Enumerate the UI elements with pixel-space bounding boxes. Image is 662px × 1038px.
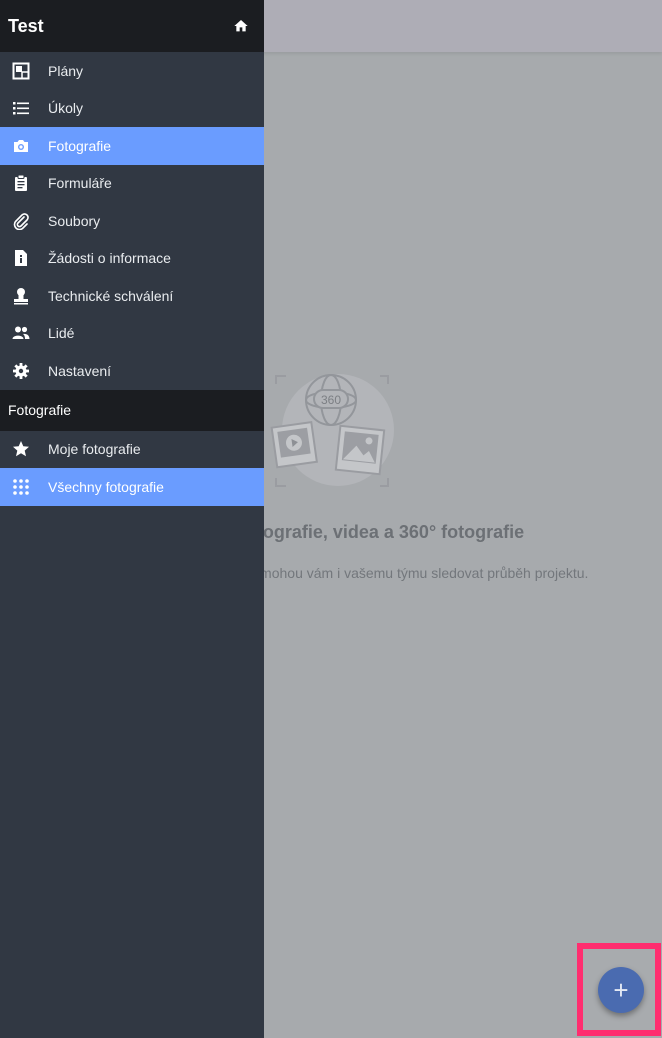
photos-section-header: Fotografie xyxy=(0,389,264,431)
nav-item-rfi[interactable]: Žádosti o informace xyxy=(0,240,264,278)
nav-item-files[interactable]: Soubory xyxy=(0,202,264,240)
clipboard-icon xyxy=(0,174,48,192)
nav-item-label: Úkoly xyxy=(48,100,84,117)
home-icon[interactable] xyxy=(233,18,249,34)
nav-item-photos[interactable]: Fotografie xyxy=(0,127,264,165)
star-icon xyxy=(0,440,48,458)
camera-icon xyxy=(0,137,48,155)
nav-item-settings[interactable]: Nastavení xyxy=(0,352,264,390)
stamp-icon xyxy=(0,287,48,305)
nav-item-plans[interactable]: Plány xyxy=(0,52,264,90)
nav-item-my-photos[interactable]: Moje fotografie xyxy=(0,431,264,469)
nav-item-forms[interactable]: Formuláře xyxy=(0,165,264,203)
gear-icon xyxy=(0,362,48,380)
plans-icon xyxy=(0,62,48,80)
nav-item-label: Soubory xyxy=(48,212,101,229)
nav-item-label: Lidé xyxy=(48,325,75,342)
paperclip-icon xyxy=(0,212,48,230)
drawer-header: Test xyxy=(0,0,264,52)
navigation-drawer: Test Plány Úkoly Fotografie Formuláře So… xyxy=(0,0,264,1038)
nav-item-label: Plány xyxy=(48,62,84,79)
nav-item-all-photos[interactable]: Všechny fotografie xyxy=(0,468,264,506)
grid-icon xyxy=(0,478,48,496)
nav-item-label: Žádosti o informace xyxy=(48,250,171,267)
nav-item-tasks[interactable]: Úkoly xyxy=(0,90,264,128)
nav-item-people[interactable]: Lidé xyxy=(0,315,264,353)
nav-item-label: Formuláře xyxy=(48,175,112,192)
add-photo-button[interactable]: + xyxy=(598,967,644,1013)
nav-item-label: Moje fotografie xyxy=(48,441,141,458)
nav-item-label: Technické schválení xyxy=(48,287,174,304)
nav-item-label: Fotografie xyxy=(48,137,112,154)
badge-360: 360 xyxy=(321,393,341,407)
list-icon xyxy=(0,99,48,117)
info-document-icon xyxy=(0,249,48,267)
nav-item-label: Nastavení xyxy=(48,362,112,379)
empty-state-illustration: 360 xyxy=(268,370,398,495)
project-title: Test xyxy=(8,15,44,36)
people-icon xyxy=(0,324,48,342)
nav-item-label: Všechny fotografie xyxy=(48,478,164,495)
nav-item-approvals[interactable]: Technické schválení xyxy=(0,277,264,315)
